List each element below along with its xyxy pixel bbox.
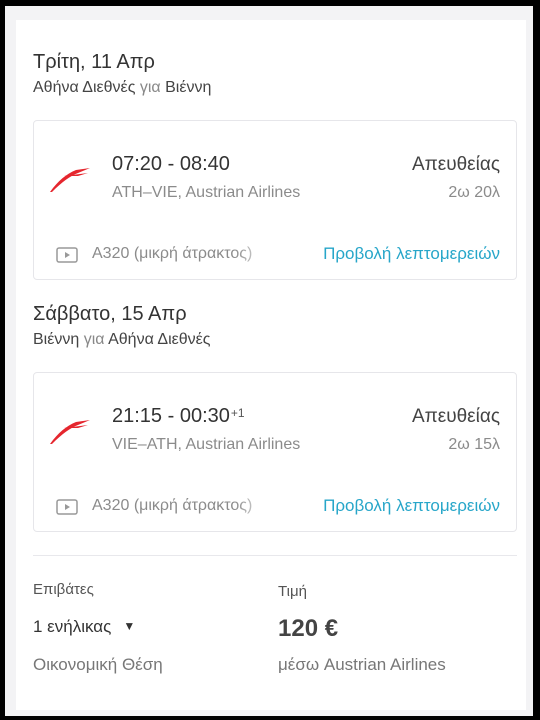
outbound-header: Τρίτη, 11 Απρ Αθήνα Διεθνές για Βιέννη [33,50,211,99]
text-fade [234,239,274,269]
inbound-date: Σάββατο, 15 Απρ [33,303,187,325]
flight-duration: 2ω 20λ [448,184,500,201]
austrian-airlines-logo-icon [50,420,90,444]
text-fade [234,491,274,521]
stops-label: Απευθείας [411,406,500,427]
route-connector: για [139,79,161,96]
booking-via: μέσω Austrian Airlines [278,655,446,674]
view-details-link[interactable]: Προβολή λεπτομερειών [323,495,500,517]
inbound-route: Βιέννη για Αθήνα Διεθνές [33,329,211,351]
route-origin: Αθήνα Διεθνές [33,79,136,96]
caret-down-icon: ▼ [123,619,136,633]
screen-frame: Τρίτη, 11 Απρ Αθήνα Διεθνές για Βιέννη 0… [5,6,533,716]
passengers-dropdown[interactable]: 1 ενήλικας ▼ [33,616,135,639]
flight-times: 07:20 - 08:40 [112,151,231,177]
route-connector: για [83,331,105,348]
austrian-airlines-logo-icon [50,168,90,192]
passengers-value: 1 ενήλικας [33,617,112,636]
route-codes-airline: VIE–ATH, Austrian Airlines [112,436,301,453]
passengers-label: Επιβάτες [33,581,94,598]
departure-arrival-times: 21:15 - 00:30 [112,405,230,427]
route-origin: Βιέννη [33,331,80,348]
section-divider [33,555,517,556]
cabin-class: Οικονομική Θέση [33,655,163,674]
video-icon [56,247,78,263]
outbound-flight-card[interactable]: 07:20 - 08:40 ATH–VIE, Austrian Airlines… [33,120,517,280]
day-offset: +1 [230,406,245,420]
inbound-flight-card[interactable]: 21:15 - 00:30+1 VIE–ATH, Austrian Airlin… [33,372,517,532]
route-destination: Βιέννη [165,79,212,96]
price-label: Τιμή [278,583,307,600]
flight-duration: 2ω 15λ [448,436,500,453]
view-details-link[interactable]: Προβολή λεπτομερειών [323,243,500,265]
price-value: 120 € [278,615,339,642]
video-icon [56,499,78,515]
flight-times: 21:15 - 00:30+1 [112,403,245,429]
outbound-date: Τρίτη, 11 Απρ [33,51,155,73]
departure-arrival-times: 07:20 - 08:40 [112,153,230,175]
booking-card: Τρίτη, 11 Απρ Αθήνα Διεθνές για Βιέννη 0… [16,20,526,710]
route-destination: Αθήνα Διεθνές [108,331,211,348]
stops-label: Απευθείας [411,154,500,175]
route-codes-airline: ATH–VIE, Austrian Airlines [112,184,301,201]
inbound-header: Σάββατο, 15 Απρ Βιέννη για Αθήνα Διεθνές [33,302,211,351]
outbound-route: Αθήνα Διεθνές για Βιέννη [33,77,211,99]
